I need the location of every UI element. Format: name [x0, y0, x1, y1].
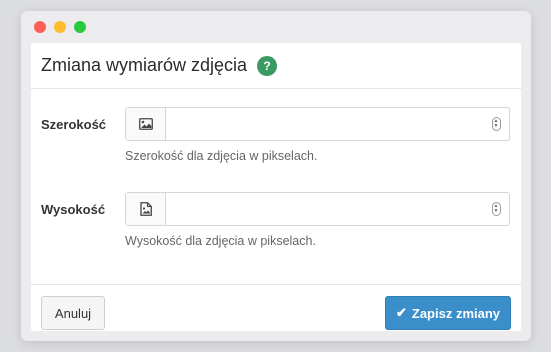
- file-image-icon: [126, 193, 166, 225]
- close-window-button[interactable]: [34, 21, 46, 33]
- check-icon: ✔: [395, 305, 407, 320]
- minimize-window-button[interactable]: [54, 21, 66, 33]
- app-window: Zmiana wymiarów zdjęcia ? Szerokość ▲▼: [21, 11, 531, 341]
- dialog-footer: Anuluj ✔ Zapisz zmiany: [31, 284, 521, 331]
- title-bar: [21, 11, 531, 43]
- height-input[interactable]: [166, 193, 483, 225]
- dialog-header: Zmiana wymiarów zdjęcia ?: [31, 43, 521, 89]
- height-input-group: ▲ ▼: [125, 192, 510, 226]
- cancel-button[interactable]: Anuluj: [41, 296, 105, 330]
- resize-dialog: Zmiana wymiarów zdjęcia ? Szerokość ▲▼: [31, 43, 521, 331]
- stepper-arrows-icon: ▲ ▼: [491, 202, 501, 216]
- width-label: Szerokość: [41, 117, 107, 132]
- height-label: Wysokość: [41, 202, 106, 217]
- dialog-title: Zmiana wymiarów zdjęcia: [41, 55, 248, 75]
- stepper-arrows-icon: ▲ ▼: [491, 117, 501, 131]
- width-input[interactable]: [166, 108, 483, 140]
- height-help-text: Wysokość dla zdjęcia w pikselach.: [125, 234, 316, 248]
- maximize-window-button[interactable]: [74, 21, 86, 33]
- height-stepper[interactable]: ▲ ▼: [483, 193, 509, 225]
- image-icon: [126, 108, 166, 140]
- width-stepper[interactable]: ▲ ▼: [483, 108, 509, 140]
- save-changes-button[interactable]: ✔ Zapisz zmiany: [385, 296, 511, 330]
- help-icon[interactable]: ?: [257, 55, 278, 76]
- save-button-label: Zapisz zmiany: [411, 305, 501, 321]
- width-input-group: ▲ ▼: [125, 107, 510, 141]
- width-help-text: Szerokość dla zdjęcia w pikselach.: [125, 149, 318, 163]
